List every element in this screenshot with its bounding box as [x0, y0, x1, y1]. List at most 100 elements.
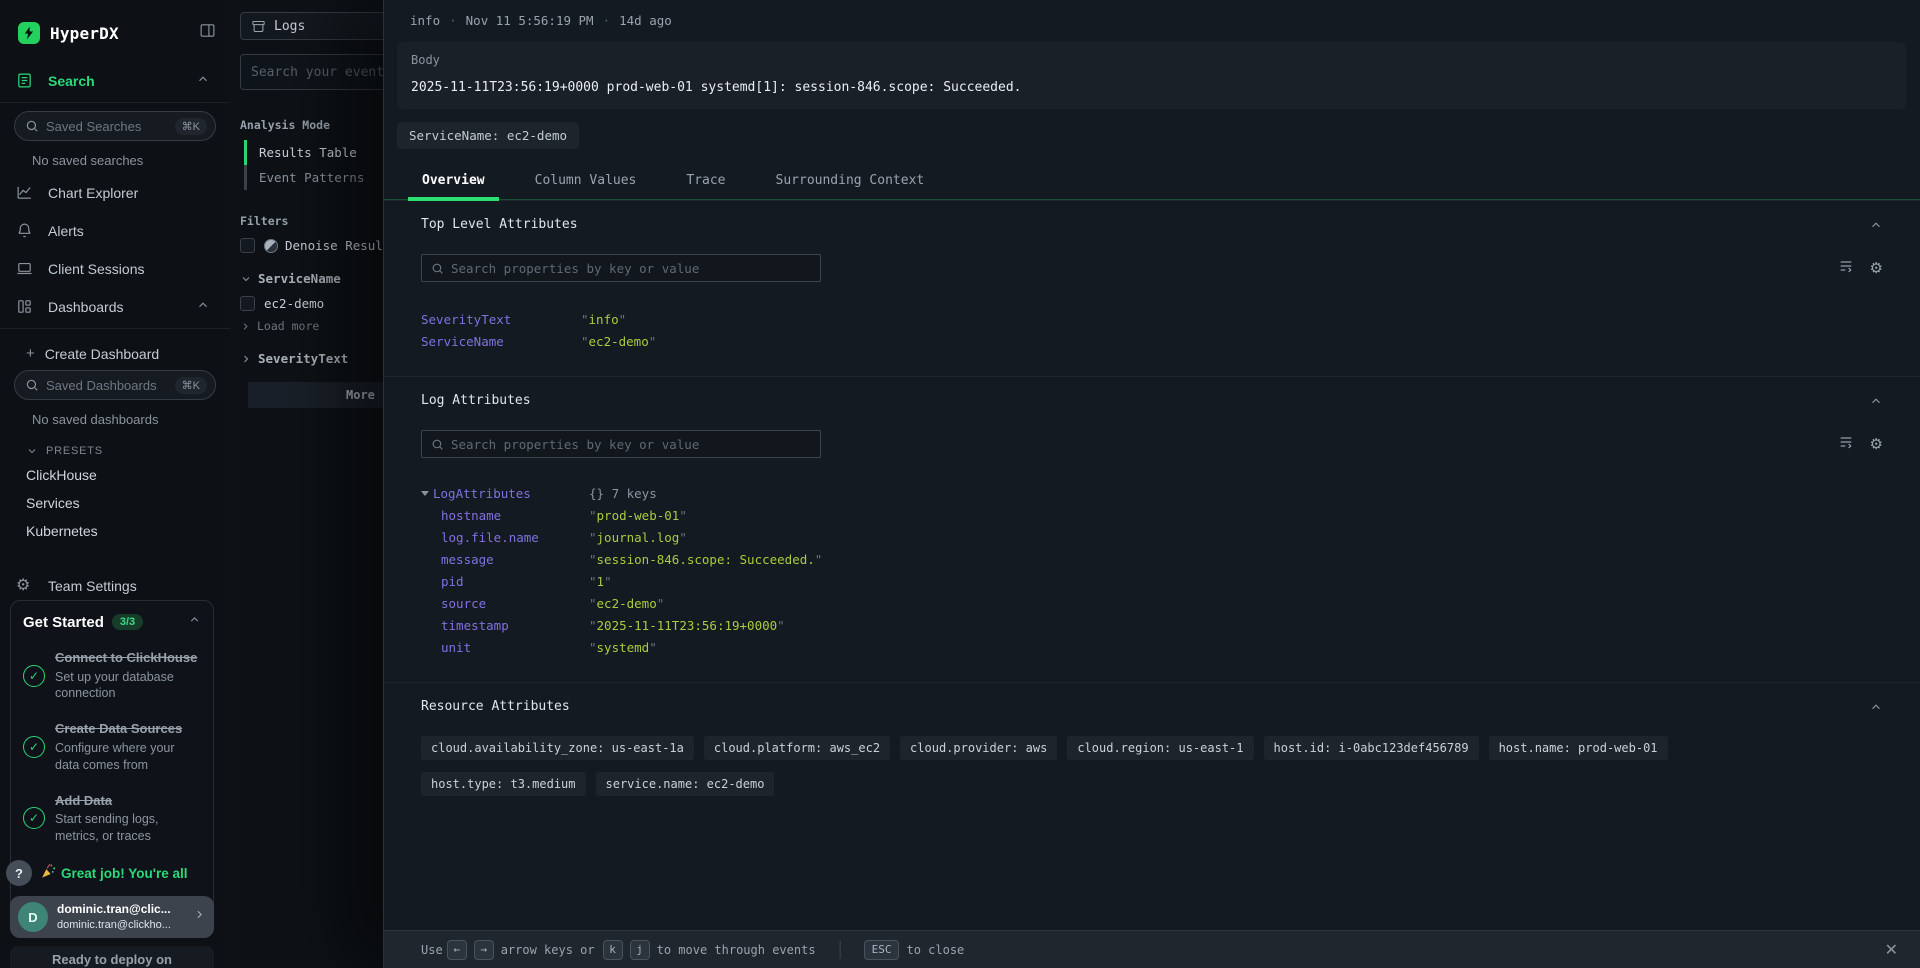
source-selector-button[interactable]: Logs: [240, 12, 383, 40]
servicename-chip[interactable]: ServiceName: ec2-demo: [397, 122, 579, 149]
attribute-row[interactable]: SeverityText info: [421, 308, 1883, 330]
logs-source-icon: [251, 19, 266, 34]
attribute-value[interactable]: ec2-demo: [589, 596, 664, 611]
attribute-row[interactable]: timestamp 2025-11-11T23:56:19+0000: [421, 614, 1883, 636]
resource-chip[interactable]: host.name: prod-web-01: [1489, 736, 1668, 760]
property-search-box[interactable]: [421, 254, 821, 282]
attribute-value[interactable]: prod-web-01: [589, 508, 687, 523]
attribute-row[interactable]: source ec2-demo: [421, 592, 1883, 614]
attribute-key[interactable]: unit: [441, 640, 589, 655]
sidebar-item-chart-explorer[interactable]: Chart Explorer: [0, 174, 230, 212]
filter-option-label: ec2-demo: [264, 296, 324, 311]
filter-group-severitytext[interactable]: SeverityText: [240, 351, 383, 366]
chevron-up-icon[interactable]: [196, 72, 214, 90]
attribute-value[interactable]: info: [581, 312, 626, 327]
preset-clickhouse[interactable]: ClickHouse: [0, 461, 230, 489]
source-selector-label: Logs: [274, 19, 305, 34]
sidebar-item-client-sessions[interactable]: Client Sessions: [0, 250, 230, 288]
line-wrap-icon[interactable]: [1838, 258, 1854, 278]
user-menu[interactable]: D dominic.tran@clic... dominic.tran@clic…: [10, 896, 214, 938]
close-icon[interactable]: ✕: [1885, 940, 1898, 959]
event-search-input[interactable]: [251, 65, 383, 80]
collapse-section-icon[interactable]: [1869, 394, 1883, 408]
attribute-value[interactable]: 2025-11-11T23:56:19+0000: [589, 618, 785, 633]
sidebar-item-search[interactable]: Search: [0, 62, 230, 100]
presets-toggle[interactable]: PRESETS: [0, 433, 230, 461]
attribute-value[interactable]: 1: [589, 574, 612, 589]
tab-surrounding-context[interactable]: Surrounding Context: [762, 165, 939, 199]
collapse-section-icon[interactable]: [1869, 700, 1883, 714]
resource-chip[interactable]: host.id: i-0abc123def456789: [1264, 736, 1479, 760]
property-search-input[interactable]: [451, 437, 811, 452]
attribute-value[interactable]: journal.log: [589, 530, 687, 545]
create-dashboard-button[interactable]: + Create Dashboard: [0, 337, 230, 366]
line-wrap-icon[interactable]: [1838, 434, 1854, 454]
step-desc: Configure where your data comes from: [55, 740, 201, 774]
attribute-row[interactable]: hostname prod-web-01: [421, 504, 1883, 526]
preset-services[interactable]: Services: [0, 489, 230, 517]
denoise-filter[interactable]: Denoise Resul: [240, 238, 383, 253]
onboarding-step-sources[interactable]: ✓ Create Data Sources Configure where yo…: [23, 720, 201, 773]
attribute-row[interactable]: log.file.name journal.log: [421, 526, 1883, 548]
gear-icon[interactable]: ⚙: [1870, 261, 1883, 276]
resource-chip[interactable]: cloud.platform: aws_ec2: [704, 736, 890, 760]
saved-searches-field[interactable]: [46, 119, 175, 134]
step-title: Create Data Sources: [55, 720, 201, 738]
attribute-key[interactable]: message: [441, 552, 589, 567]
filter-option-ec2-demo[interactable]: ec2-demo: [240, 296, 383, 311]
deploy-note[interactable]: Ready to deploy on: [10, 946, 214, 968]
attribute-value[interactable]: session-846.scope: Succeeded.: [589, 552, 822, 567]
attribute-row[interactable]: pid 1: [421, 570, 1883, 592]
attribute-key[interactable]: hostname: [441, 508, 589, 523]
attribute-value[interactable]: ec2-demo: [581, 334, 656, 349]
resource-chip[interactable]: cloud.region: us-east-1: [1067, 736, 1253, 760]
event-search-box[interactable]: [240, 54, 383, 90]
resource-chip[interactable]: service.name: ec2-demo: [596, 772, 775, 796]
attribute-value[interactable]: systemd: [589, 640, 657, 655]
onboarding-step-add-data[interactable]: ✓ Add Data Start sending logs, metrics, …: [23, 792, 201, 845]
help-button[interactable]: ?: [6, 860, 32, 886]
attribute-row[interactable]: message session-846.scope: Succeeded.: [421, 548, 1883, 570]
property-search-box[interactable]: [421, 430, 821, 458]
tab-overview[interactable]: Overview: [408, 165, 499, 199]
attribute-key[interactable]: source: [441, 596, 589, 611]
more-filters-button[interactable]: More filte: [248, 382, 383, 408]
saved-searches-input[interactable]: ⌘K: [14, 111, 216, 141]
sidebar-item-dashboards[interactable]: Dashboards: [0, 288, 230, 326]
collapse-node-icon[interactable]: [421, 491, 429, 496]
sidebar-item-alerts[interactable]: Alerts: [0, 212, 230, 250]
chevron-up-icon[interactable]: [196, 298, 214, 316]
tab-column-values[interactable]: Column Values: [521, 165, 651, 199]
gear-icon[interactable]: ⚙: [1870, 437, 1883, 452]
attribute-row[interactable]: unit systemd: [421, 636, 1883, 658]
chevron-right-icon: [193, 908, 206, 926]
attribute-row[interactable]: ServiceName ec2-demo: [421, 330, 1883, 352]
attribute-key[interactable]: SeverityText: [421, 312, 581, 327]
collapse-section-icon[interactable]: [1869, 218, 1883, 232]
onboarding-step-connect[interactable]: ✓ Connect to ClickHouse Set up your data…: [23, 649, 201, 702]
attribute-key[interactable]: timestamp: [441, 618, 589, 633]
checkbox[interactable]: [240, 296, 255, 311]
property-search-input[interactable]: [451, 261, 811, 276]
tree-root-key[interactable]: LogAttributes: [433, 486, 531, 501]
resource-chip[interactable]: cloud.availability_zone: us-east-1a: [421, 736, 694, 760]
attribute-key[interactable]: pid: [441, 574, 589, 589]
chevron-up-icon[interactable]: [188, 613, 201, 631]
mode-results-table[interactable]: Results Table: [244, 140, 383, 165]
attribute-key[interactable]: ServiceName: [421, 334, 581, 349]
mode-event-patterns[interactable]: Event Patterns: [244, 165, 383, 190]
user-email: dominic.tran@clickho...: [57, 918, 171, 932]
checkbox[interactable]: [240, 238, 255, 253]
tree-root-row[interactable]: LogAttributes {} 7 keys: [421, 482, 1883, 504]
saved-dashboards-input[interactable]: ⌘K: [14, 370, 216, 400]
sidebar-collapse-icon[interactable]: [199, 22, 216, 44]
attribute-key[interactable]: log.file.name: [441, 530, 589, 545]
preset-kubernetes[interactable]: Kubernetes: [0, 517, 230, 545]
load-more-button[interactable]: Load more: [240, 319, 383, 333]
section-top-level-attributes: Top Level Attributes: [384, 200, 1920, 376]
tab-trace[interactable]: Trace: [672, 165, 739, 199]
resource-chip[interactable]: host.type: t3.medium: [421, 772, 586, 796]
resource-chip[interactable]: cloud.provider: aws: [900, 736, 1057, 760]
filter-group-servicename[interactable]: ServiceName: [240, 271, 383, 286]
saved-dashboards-field[interactable]: [46, 378, 175, 393]
